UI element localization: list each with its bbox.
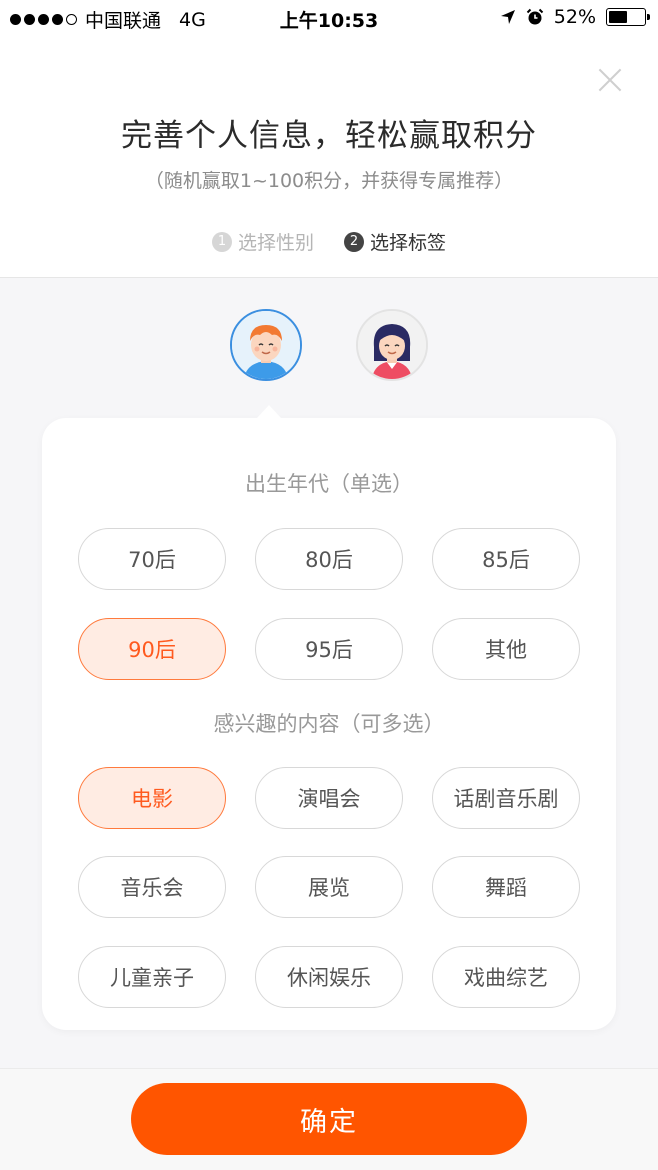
battery-icon	[606, 8, 650, 26]
page-title: 完善个人信息，轻松赢取积分	[121, 118, 537, 154]
battery-fill	[609, 11, 627, 23]
birth-option[interactable]: 85后	[432, 528, 580, 590]
battery-percent: 52%	[553, 6, 596, 28]
birth-option[interactable]: 80后	[255, 528, 403, 590]
birth-option[interactable]: 70后	[78, 528, 226, 590]
interest-option[interactable]: 演唱会	[255, 767, 403, 829]
interest-option[interactable]: 儿童亲子	[78, 946, 226, 1008]
status-right: 52%	[500, 6, 650, 28]
status-bar: 中国联通 4G 上午10:53 52%	[0, 0, 658, 38]
step-number: 2	[344, 231, 364, 252]
male-avatar-option[interactable]	[230, 309, 302, 381]
step-select-tags[interactable]: 2 选择标签	[344, 228, 446, 255]
interest-option-selected[interactable]: 电影	[78, 767, 226, 829]
step-select-gender[interactable]: 1 选择性别	[211, 228, 314, 255]
step-number: 1	[211, 231, 232, 252]
interest-option[interactable]: 话剧音乐剧	[432, 767, 580, 829]
location-arrow-icon	[500, 10, 515, 24]
interest-option[interactable]: 音乐会	[78, 856, 226, 918]
interest-section-label: 感兴趣的内容（可多选）	[213, 712, 445, 736]
male-avatar-icon	[232, 311, 300, 379]
birth-option-selected[interactable]: 90后	[78, 618, 226, 680]
interest-option[interactable]: 舞蹈	[432, 856, 580, 918]
confirm-button[interactable]: 确定	[131, 1083, 527, 1155]
female-avatar-option[interactable]	[356, 309, 428, 381]
interest-option[interactable]: 展览	[255, 856, 403, 918]
close-icon[interactable]	[596, 66, 624, 94]
birth-option[interactable]: 其他	[432, 618, 580, 680]
page-subtitle: （随机赢取1~100积分，并获得专属推荐）	[144, 170, 514, 192]
birth-option[interactable]: 95后	[255, 618, 403, 680]
interest-option[interactable]: 休闲娱乐	[255, 946, 403, 1008]
step-label: 选择性别	[237, 232, 314, 254]
female-avatar-icon	[358, 311, 426, 379]
alarm-icon	[526, 8, 543, 25]
birth-section-label: 出生年代（单选）	[245, 472, 413, 496]
step-indicator: 1 选择性别 2 选择标签	[0, 228, 658, 255]
step-label: 选择标签	[370, 232, 447, 254]
card-pointer	[256, 405, 282, 419]
interest-option[interactable]: 戏曲综艺	[432, 946, 580, 1008]
